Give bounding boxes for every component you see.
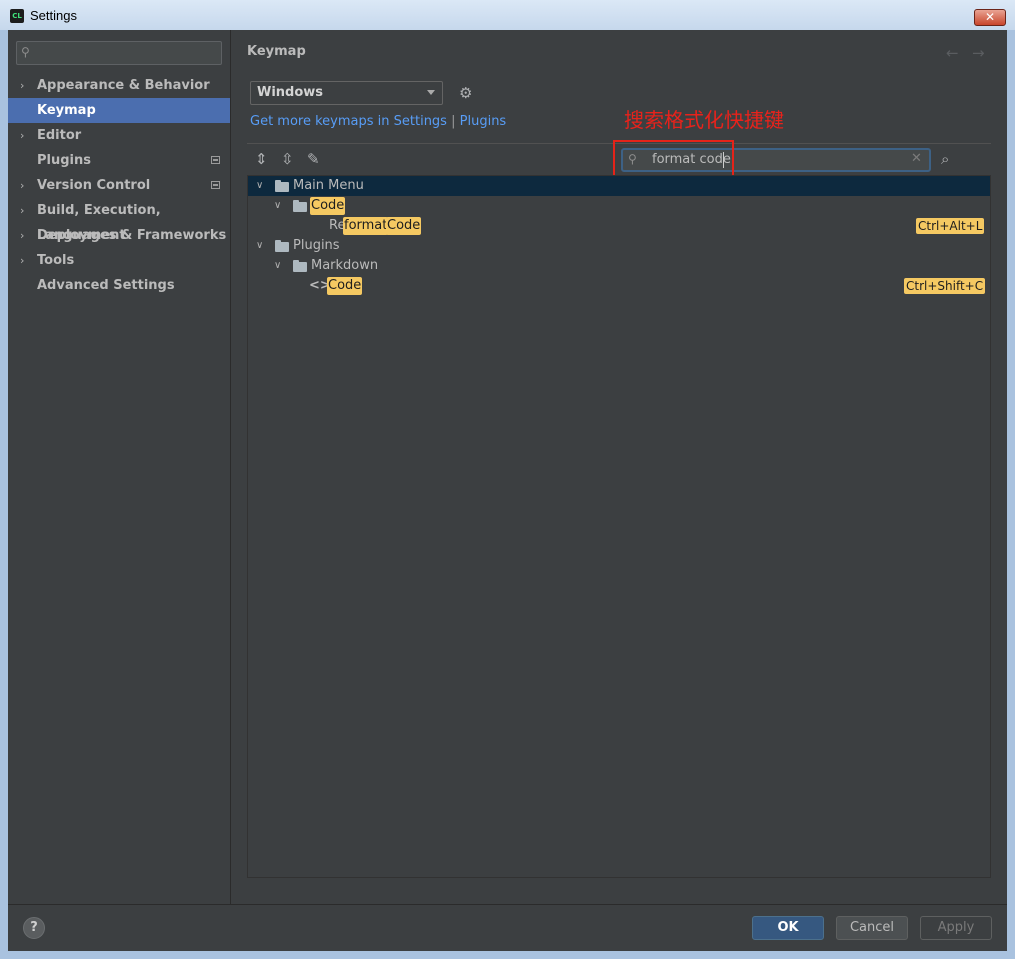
tree-row-code[interactable]: ∨ Code: [248, 196, 990, 216]
annotation-highlight-box: [613, 140, 734, 178]
dropdown-arrow-icon[interactable]: [427, 90, 435, 95]
back-arrow-icon[interactable]: ←: [946, 44, 959, 62]
annotation-label: 搜索格式化快捷键: [624, 108, 784, 132]
sidebar-item-plugins[interactable]: Plugins: [8, 148, 230, 173]
search-icon: ⚲: [21, 45, 30, 59]
shortcut-badge: Ctrl+Shift+C: [904, 278, 986, 294]
chevron-right-icon[interactable]: ›: [20, 248, 32, 273]
tree-row-reformat-code[interactable]: Re format Code Ctrl+Alt+L: [248, 216, 990, 236]
edit-icon[interactable]: ✎: [307, 150, 320, 168]
sidebar-item-languages[interactable]: Languages & Frameworks: [8, 223, 230, 248]
tree-label: Plugins: [293, 238, 340, 253]
tree-row-main-menu[interactable]: ∨ Main Menu: [248, 176, 990, 196]
tree-label-highlight: Code: [310, 197, 346, 215]
keymap-links: Get more keymaps in Settings | Plugins: [250, 114, 506, 129]
collapse-all-icon[interactable]: ⇳: [281, 150, 294, 168]
project-settings-icon: [211, 181, 220, 189]
chevron-down-icon[interactable]: ∨: [274, 196, 281, 216]
expand-all-icon[interactable]: ⇕: [255, 150, 268, 168]
sidebar-item-appearance[interactable]: Appearance & Behavior: [8, 73, 230, 98]
sidebar-item-build[interactable]: Build, Execution, Deployment: [8, 198, 230, 243]
sidebar-search-input[interactable]: ⚲: [16, 41, 222, 65]
forward-arrow-icon[interactable]: →: [972, 44, 985, 62]
sidebar-item-version-control[interactable]: Version Control: [8, 173, 230, 198]
window-title: Settings: [30, 8, 77, 23]
help-button[interactable]: ?: [23, 917, 45, 939]
tree-label: Main Menu: [293, 178, 364, 193]
project-settings-icon: [211, 156, 220, 164]
sidebar-item-keymap[interactable]: Keymap: [8, 98, 230, 123]
tree-label: Markdown: [311, 258, 379, 273]
sidebar-item-advanced[interactable]: Advanced Settings: [8, 273, 230, 298]
get-keymaps-link[interactable]: Get more keymaps in Settings: [250, 114, 447, 129]
chevron-right-icon[interactable]: ›: [20, 123, 32, 148]
clear-search-icon[interactable]: ✕: [911, 151, 922, 166]
chevron-down-icon[interactable]: ∨: [256, 176, 263, 196]
folder-icon: [293, 200, 307, 212]
window-frame-bottom: [0, 951, 1015, 959]
tree-label-highlight: format: [343, 217, 389, 235]
title-bar: [0, 0, 1015, 30]
folder-icon: [275, 240, 289, 252]
tree-label-highlight: Code: [386, 217, 422, 235]
cancel-button[interactable]: Cancel: [836, 916, 908, 940]
shortcut-badge: Ctrl+Alt+L: [916, 218, 985, 234]
menu-folder-icon: [275, 180, 289, 192]
link-separator: |: [451, 114, 456, 129]
footer-divider: [8, 904, 1007, 905]
close-window-button[interactable]: ✕: [974, 9, 1006, 26]
plugins-link[interactable]: Plugins: [460, 114, 507, 129]
folder-icon: [293, 260, 307, 272]
chevron-right-icon[interactable]: ›: [20, 198, 32, 223]
find-by-shortcut-icon[interactable]: ⌕: [941, 150, 949, 168]
apply-button[interactable]: Apply: [920, 916, 992, 940]
ok-button[interactable]: OK: [752, 916, 824, 940]
sidebar-item-tools[interactable]: Tools: [8, 248, 230, 273]
app-icon: CL: [10, 9, 24, 23]
tree-row-markdown[interactable]: ∨ Markdown: [248, 256, 990, 276]
gear-icon[interactable]: ⚙: [459, 84, 472, 102]
tree-row-markdown-code[interactable]: <> Code Ctrl+Shift+C: [248, 276, 990, 296]
chevron-down-icon[interactable]: ∨: [274, 256, 281, 276]
chevron-down-icon[interactable]: ∨: [256, 236, 263, 256]
chevron-right-icon[interactable]: ›: [20, 73, 32, 98]
sidebar-item-editor[interactable]: Editor: [8, 123, 230, 148]
chevron-right-icon[interactable]: ›: [20, 173, 32, 198]
keymap-select[interactable]: Windows: [250, 81, 443, 105]
chevron-right-icon[interactable]: ›: [20, 223, 32, 248]
page-title: Keymap: [247, 44, 306, 59]
tree-row-plugins[interactable]: ∨ Plugins: [248, 236, 990, 256]
tree-label-highlight: Code: [327, 277, 363, 295]
